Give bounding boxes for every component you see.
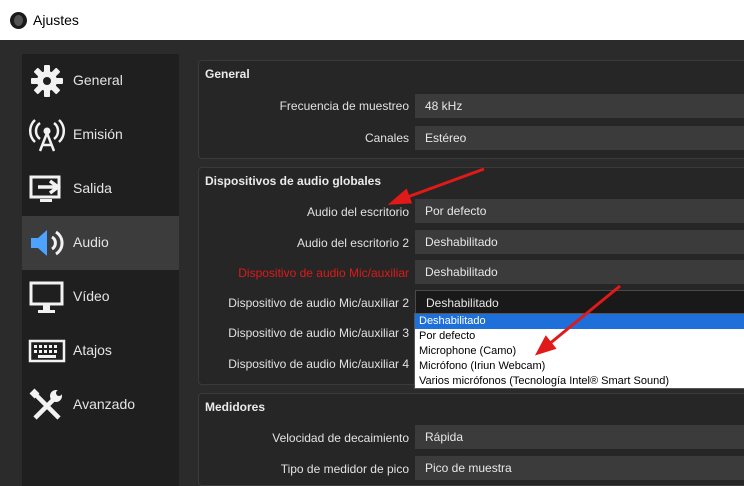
dropdown-option[interactable]: Micrófono (Iriun Webcam) (415, 359, 744, 374)
sidebar-item-label: Audio (73, 234, 109, 250)
mic-aux-select[interactable]: Deshabilitado (415, 260, 744, 284)
window-title: Ajustes (33, 12, 79, 28)
mic-aux-2-select[interactable]: Deshabilitado (415, 290, 744, 314)
speaker-icon (31, 230, 64, 256)
peak-meter-label: Tipo de medidor de pico (280, 462, 409, 476)
sidebar-item-audio[interactable]: Audio (22, 216, 179, 270)
dropdown-option[interactable]: Varios micrófonos (Tecnología Intel® Sma… (415, 374, 744, 389)
sample-rate-select[interactable]: 48 kHz (415, 94, 744, 118)
obs-logo-icon (10, 12, 27, 29)
keyboard-icon (28, 339, 66, 363)
desktop-audio-label: Audio del escritorio (306, 205, 409, 219)
channels-label: Canales (364, 131, 409, 145)
sidebar-item-label: Emisión (73, 126, 123, 142)
gear-icon (31, 65, 63, 97)
group-title: Dispositivos de audio globales (205, 174, 382, 188)
channels-select[interactable]: Estéreo (415, 126, 744, 150)
mic-aux-2-label: Dispositivo de audio Mic/auxiliar 2 (228, 296, 409, 310)
dropdown-option[interactable]: Microphone (Camo) (415, 344, 744, 359)
tools-icon (29, 388, 62, 420)
mic-aux-4-label: Dispositivo de audio Mic/auxiliar 4 (228, 357, 409, 371)
desktop-audio-2-label: Audio del escritorio 2 (296, 236, 409, 250)
sidebar-item-label: Avanzado (73, 396, 136, 412)
dropdown-option[interactable]: Deshabilitado (415, 314, 744, 329)
sidebar-item-label: Salida (73, 180, 112, 196)
mic-aux-3-label: Dispositivo de audio Mic/auxiliar 3 (228, 326, 409, 340)
sidebar-item-label: Atajos (73, 342, 112, 358)
sidebar-item-label: General (73, 72, 123, 88)
group-title: General (205, 67, 250, 81)
decay-rate-select[interactable]: Rápida (415, 425, 744, 449)
sidebar-item-salida[interactable]: Salida (22, 162, 179, 216)
broadcast-icon (28, 119, 66, 152)
title-bar: Ajustes (0, 0, 744, 40)
sidebar-item-avanzado[interactable]: Avanzado (22, 378, 179, 432)
sidebar-item-general[interactable]: General (22, 54, 179, 108)
device-dropdown-list: Deshabilitado Por defecto Microphone (Ca… (414, 313, 744, 389)
peak-meter-select[interactable]: Pico de muestra (415, 456, 744, 480)
dropdown-option[interactable]: Por defecto (415, 329, 744, 344)
sidebar-item-emision[interactable]: Emisión (22, 108, 179, 162)
decay-rate-label: Velocidad de decaimiento (272, 431, 409, 445)
sample-rate-label: Frecuencia de muestreo (279, 99, 409, 113)
mic-aux-label: Dispositivo de audio Mic/auxiliar (238, 266, 409, 280)
sidebar-item-atajos[interactable]: Atajos (22, 324, 179, 378)
group-title: Medidores (205, 400, 266, 414)
sidebar-item-video[interactable]: Vídeo (22, 270, 179, 324)
sidebar-item-label: Vídeo (73, 288, 110, 304)
output-icon (29, 175, 61, 202)
desktop-audio-2-select[interactable]: Deshabilitado (415, 230, 744, 254)
sidebar: General Emisión Salida Audio Vídeo Atajo… (22, 54, 179, 486)
monitor-icon (29, 281, 64, 313)
desktop-audio-select[interactable]: Por defecto (415, 199, 744, 223)
